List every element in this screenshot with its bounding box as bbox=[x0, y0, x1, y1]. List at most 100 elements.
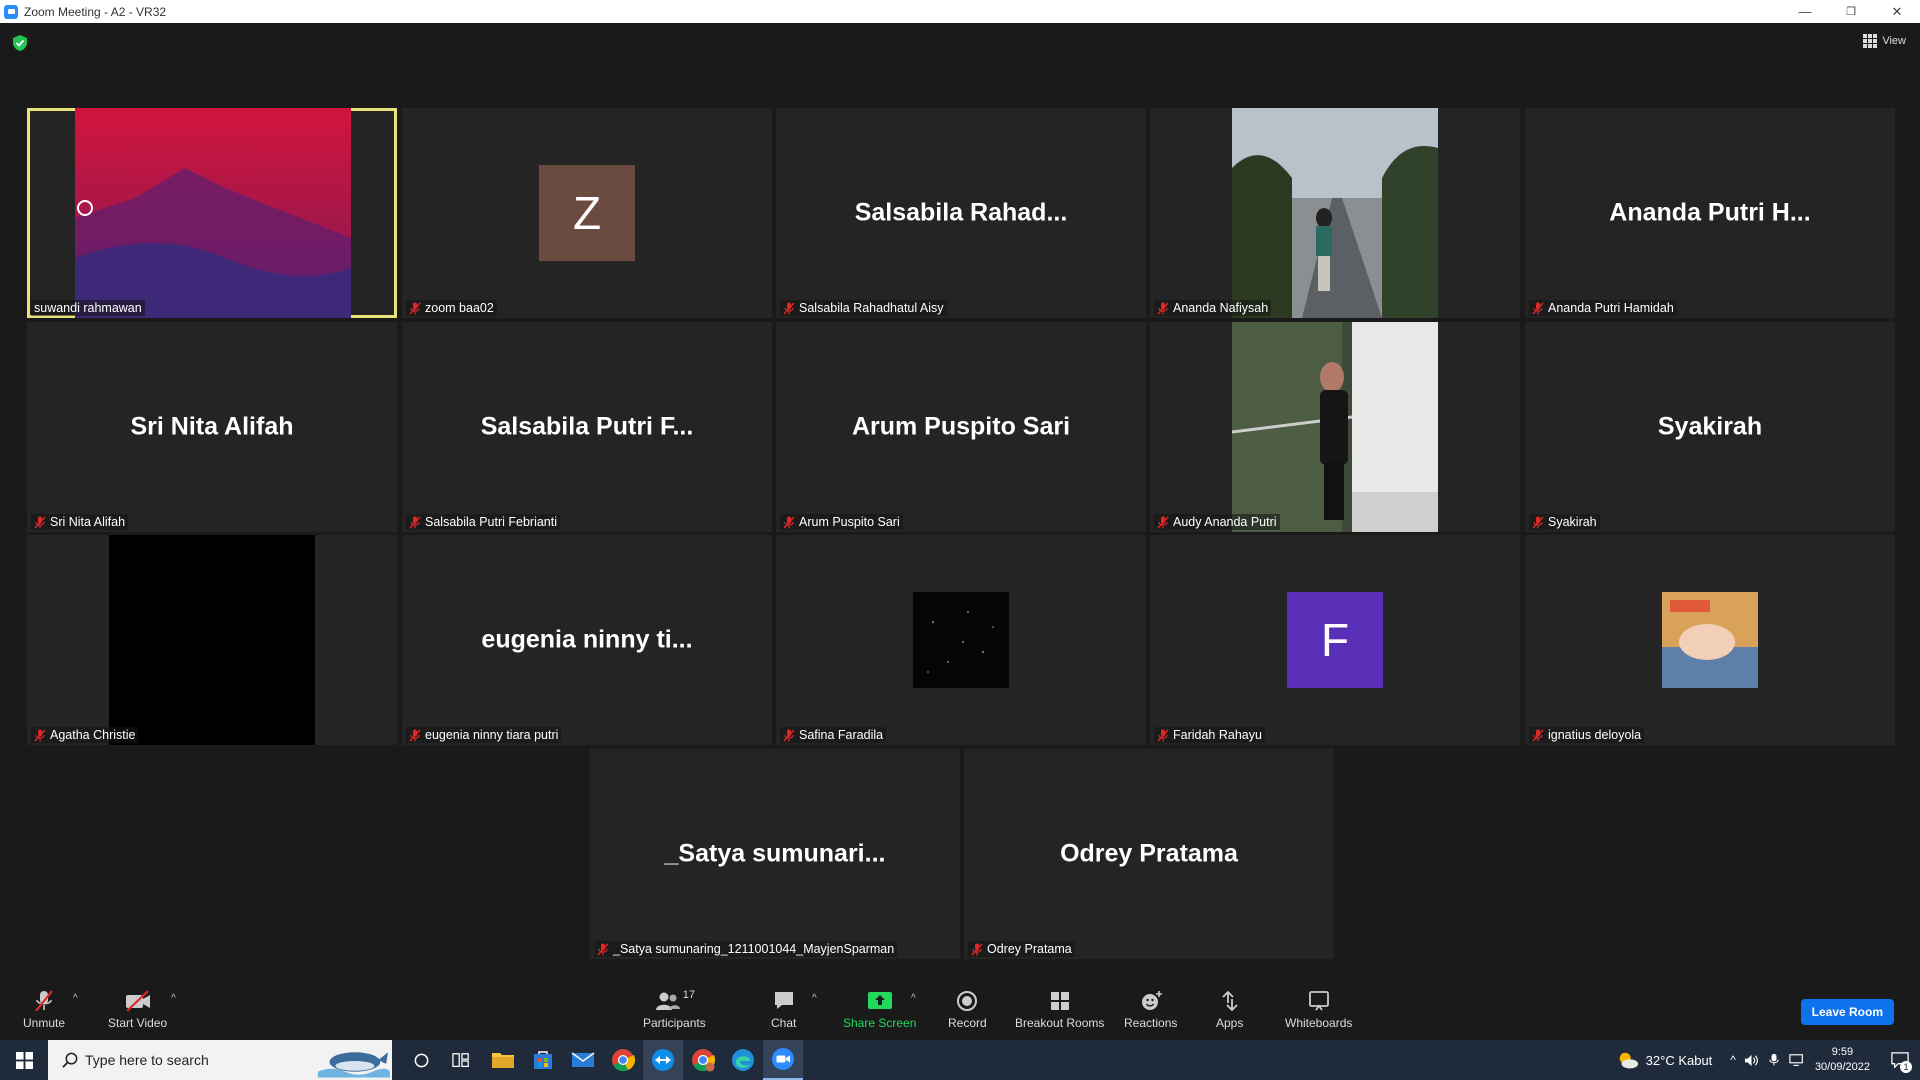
participant-avatar: F bbox=[1287, 592, 1383, 688]
security-shield-icon[interactable] bbox=[13, 35, 27, 51]
participant-name: suwandi rahmawan bbox=[34, 301, 142, 315]
participant-name: Syakirah bbox=[1548, 515, 1597, 529]
participant-display-name: _Satya sumunari... bbox=[664, 839, 886, 868]
participants-icon bbox=[655, 992, 680, 1010]
participant-tile[interactable]: Syakirah Syakirah bbox=[1525, 322, 1895, 532]
weather-text[interactable]: 32°C Kabut bbox=[1646, 1053, 1713, 1068]
leave-room-button[interactable]: Leave Room bbox=[1800, 999, 1894, 1025]
window-title: Zoom Meeting - A2 - VR32 bbox=[24, 4, 167, 19]
mic-muted-icon bbox=[35, 990, 53, 1012]
close-button[interactable]: ✕ bbox=[1874, 0, 1920, 23]
whiteboards-button[interactable]: Whiteboards bbox=[1285, 989, 1352, 1030]
start-video-label: Start Video bbox=[108, 1016, 168, 1030]
speaker-icon[interactable] bbox=[1744, 1053, 1759, 1068]
participant-tile[interactable]: Safina Faradila bbox=[776, 535, 1146, 745]
participant-tile[interactable]: Arum Puspito Sari Arum Puspito Sari bbox=[776, 322, 1146, 532]
tray-expand-icon[interactable]: ^ bbox=[1730, 1053, 1736, 1067]
start-button[interactable] bbox=[0, 1040, 48, 1080]
participant-name-label: Sri Nita Alifah bbox=[31, 514, 129, 530]
store-icon[interactable] bbox=[523, 1040, 563, 1080]
share-screen-icon bbox=[867, 992, 892, 1009]
zoom-icon[interactable] bbox=[763, 1040, 803, 1080]
participant-tile[interactable]: Zzoom baa02 bbox=[402, 108, 772, 318]
participant-tile[interactable]: Sri Nita Alifah Sri Nita Alifah bbox=[27, 322, 397, 532]
participant-name: Arum Puspito Sari bbox=[799, 515, 900, 529]
mic-muted-icon bbox=[409, 729, 421, 742]
teamviewer-icon[interactable] bbox=[643, 1040, 683, 1080]
breakout-rooms-label: Breakout Rooms bbox=[1015, 1016, 1105, 1030]
mic-muted-icon bbox=[1157, 516, 1169, 529]
chat-button[interactable]: Chat bbox=[771, 989, 796, 1030]
participant-display-name: Salsabila Putri F... bbox=[480, 412, 694, 441]
participant-tile[interactable]: Ananda Nafiysah bbox=[1150, 108, 1520, 318]
clock[interactable]: 9:59 30/09/2022 bbox=[1815, 1045, 1870, 1075]
participant-tile[interactable]: Salsabila Putri F... Salsabila Putri Febr… bbox=[402, 322, 772, 532]
unmute-button[interactable]: Unmute bbox=[23, 989, 65, 1030]
weather-icon[interactable] bbox=[1616, 1050, 1640, 1070]
participant-tile[interactable]: Salsabila Rahad... Salsabila Rahadhatul A… bbox=[776, 108, 1146, 318]
mail-icon[interactable] bbox=[563, 1040, 603, 1080]
participant-name-label: Faridah Rahayu bbox=[1154, 727, 1265, 743]
participant-name: Agatha Christie bbox=[50, 728, 136, 742]
participant-name-label: zoom baa02 bbox=[406, 300, 497, 316]
mic-muted-icon bbox=[34, 516, 46, 529]
microphone-icon[interactable] bbox=[1769, 1053, 1779, 1066]
participant-tile[interactable]: Odrey Pratama Odrey Pratama bbox=[964, 749, 1334, 959]
video-options-caret[interactable]: ^ bbox=[171, 993, 176, 1004]
participant-display-name: Syakirah bbox=[1657, 412, 1763, 441]
chat-options-caret[interactable]: ^ bbox=[812, 993, 817, 1004]
network-icon[interactable] bbox=[1789, 1053, 1805, 1067]
mic-muted-icon bbox=[971, 943, 983, 956]
participant-display-name: Odrey Pratama bbox=[1060, 839, 1238, 868]
breakout-rooms-button[interactable]: Breakout Rooms bbox=[1015, 989, 1104, 1030]
cortana-icon[interactable] bbox=[401, 1040, 441, 1080]
participant-tile[interactable]: ignatius deloyola bbox=[1525, 535, 1895, 745]
participant-video bbox=[75, 108, 351, 318]
participants-button[interactable]: 17 Participants bbox=[643, 989, 706, 1030]
chrome-icon[interactable] bbox=[603, 1040, 643, 1080]
participant-name: zoom baa02 bbox=[425, 301, 494, 315]
participant-display-name: Salsabila Rahad... bbox=[854, 198, 1068, 227]
mic-muted-icon bbox=[1532, 516, 1544, 529]
share-options-caret[interactable]: ^ bbox=[911, 993, 916, 1004]
participant-tile[interactable]: F Faridah Rahayu bbox=[1150, 535, 1520, 745]
participant-tile[interactable]: suwandi rahmawan bbox=[27, 108, 397, 318]
participant-display-name: Sri Nita Alifah bbox=[130, 412, 294, 441]
participant-tile[interactable]: Agatha Christie bbox=[27, 535, 397, 745]
participant-tile[interactable]: Audy Ananda Putri bbox=[1150, 322, 1520, 532]
audio-options-caret[interactable]: ^ bbox=[73, 993, 78, 1004]
reactions-button[interactable]: Reactions bbox=[1124, 989, 1177, 1030]
meeting-toolbar: Unmute ^ Start Video ^ 17 Participants C… bbox=[0, 983, 1920, 1040]
participant-tile[interactable]: _Satya sumunari... _Satya sumunaring_1211… bbox=[590, 749, 960, 959]
taskbar-search-box[interactable]: Type here to search bbox=[48, 1040, 392, 1080]
file-explorer-icon[interactable] bbox=[483, 1040, 523, 1080]
participant-name-label: Syakirah bbox=[1529, 514, 1600, 530]
reactions-icon bbox=[1141, 991, 1162, 1010]
view-button[interactable]: View bbox=[1863, 34, 1906, 48]
participant-video bbox=[109, 535, 315, 745]
mic-muted-icon bbox=[409, 302, 421, 315]
participant-name-label: Audy Ananda Putri bbox=[1154, 514, 1280, 530]
share-screen-button[interactable]: Share Screen bbox=[843, 989, 916, 1030]
apps-button[interactable]: Apps bbox=[1216, 989, 1243, 1030]
windows-taskbar: Type here to search 32°C Kabut ^ 9:59 30… bbox=[0, 1040, 1920, 1080]
whiteboard-icon bbox=[1308, 991, 1329, 1011]
participant-name: Sri Nita Alifah bbox=[50, 515, 126, 529]
participant-name-label: Salsabila Putri Febrianti bbox=[406, 514, 561, 530]
participant-tile[interactable]: Ananda Putri H... Ananda Putri Hamidah bbox=[1525, 108, 1895, 318]
participant-name-label: eugenia ninny tiara putri bbox=[406, 727, 562, 743]
minimize-button[interactable]: — bbox=[1782, 0, 1828, 23]
participant-tile[interactable]: eugenia ninny ti... eugenia ninny tiara p… bbox=[402, 535, 772, 745]
restore-button[interactable]: ❐ bbox=[1828, 0, 1874, 23]
grid-icon bbox=[1863, 34, 1878, 48]
start-video-button[interactable]: Start Video bbox=[108, 989, 167, 1030]
chat-icon bbox=[774, 992, 793, 1009]
record-label: Record bbox=[948, 1016, 987, 1030]
record-button[interactable]: Record bbox=[948, 989, 987, 1030]
edge-icon[interactable] bbox=[723, 1040, 763, 1080]
mic-muted-icon bbox=[783, 729, 795, 742]
notification-center-button[interactable]: 1 bbox=[1880, 1040, 1920, 1080]
chrome-profile-icon[interactable] bbox=[683, 1040, 723, 1080]
task-view-icon[interactable] bbox=[441, 1040, 481, 1080]
participant-name-label: Agatha Christie bbox=[31, 727, 139, 743]
